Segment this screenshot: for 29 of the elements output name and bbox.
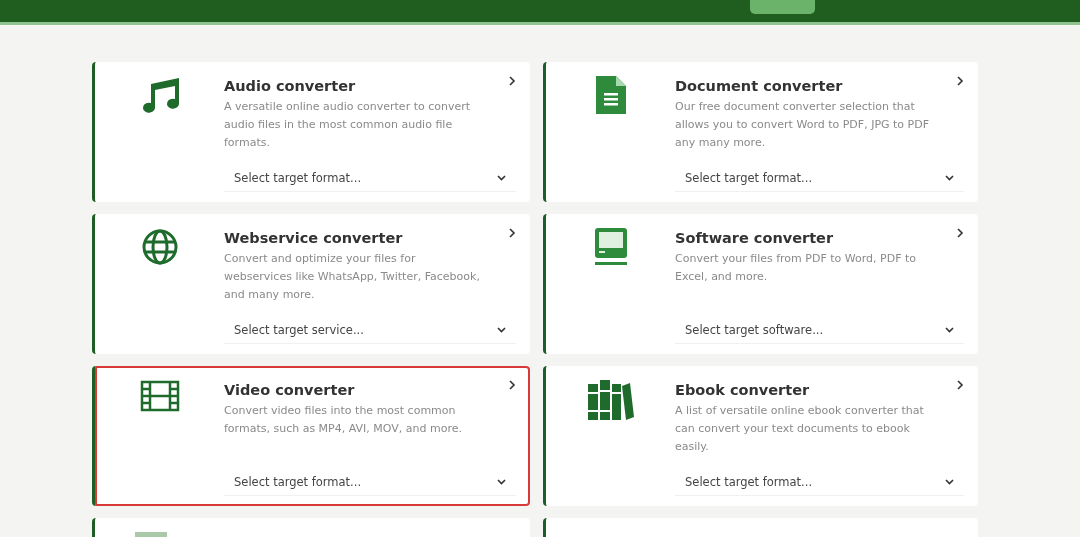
monitor-icon	[594, 228, 627, 268]
caret-icon	[945, 175, 954, 182]
card-title: Document converter	[675, 77, 843, 96]
chevron-right-icon[interactable]	[956, 228, 964, 238]
caret-icon	[497, 479, 506, 486]
card-description: A list of versatile online ebook converter that can convert your text documents to ebook easily.	[675, 402, 925, 455]
chevron-right-icon[interactable]	[956, 76, 964, 86]
card-description: Convert video files into the most common formats, such as MP4, AVI, MOV, and more.	[224, 402, 463, 437]
caret-icon	[497, 175, 506, 182]
card-description: A versatile online audio converter to convert audio files in the most common audio file formats.	[224, 98, 472, 151]
card-title: Video converter	[224, 381, 355, 400]
card-title: Software converter	[675, 229, 834, 248]
chevron-right-icon[interactable]	[956, 380, 964, 390]
card-title: Audio converter	[224, 77, 356, 96]
card-title: Webservice converter	[224, 229, 403, 248]
film-icon	[139, 380, 180, 412]
chevron-right-icon[interactable]	[508, 76, 516, 86]
card-description: Convert your files from PDF to Word, PDF to Excel, and more.	[675, 250, 917, 285]
caret-icon	[945, 479, 954, 486]
card-description: Convert and optimize your files for webservices like WhatsApp, Twitter, Facebook, and many more.	[224, 250, 481, 303]
books-icon	[587, 380, 634, 420]
document-icon	[595, 76, 626, 114]
caret-icon	[497, 327, 506, 334]
card-description: Our free document converter selection that allows you to convert Word to PDF, JPG to PDF any many more.	[675, 98, 930, 151]
globe-icon	[140, 228, 179, 266]
chevron-right-icon[interactable]	[508, 380, 516, 390]
card-title: Ebook converter	[675, 381, 810, 400]
caret-icon	[945, 327, 954, 334]
chevron-right-icon[interactable]	[508, 228, 516, 238]
